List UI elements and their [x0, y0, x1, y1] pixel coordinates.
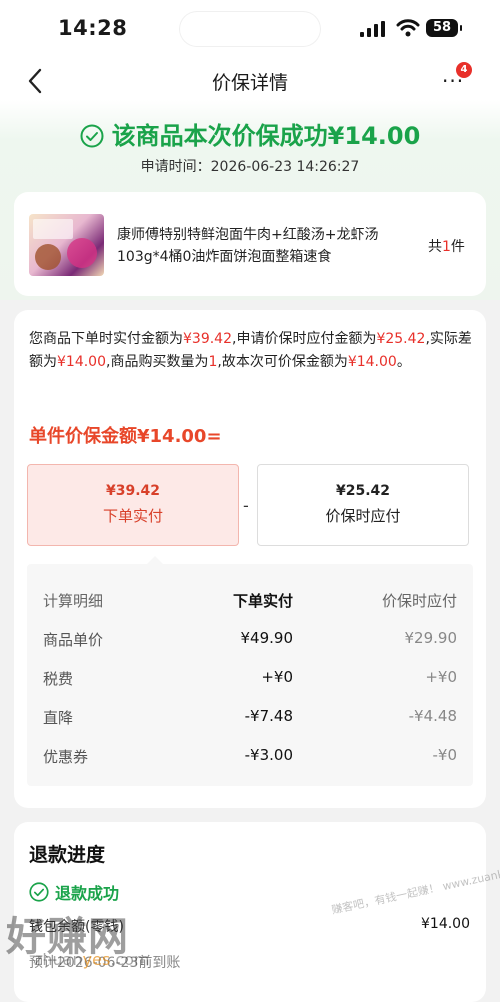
explain-text: 。 — [396, 354, 411, 370]
row-paid-value: +¥0 — [261, 668, 293, 686]
cellular-signal-icon — [360, 21, 385, 37]
watermark-url-part: zhuan — [34, 950, 83, 969]
check-circle-icon — [29, 882, 49, 902]
watermark-url-part: .com — [110, 950, 150, 969]
row-label: 直降 — [43, 709, 74, 727]
status-time: 14:28 — [58, 16, 128, 40]
row-paid-value: -¥7.48 — [244, 707, 293, 725]
explain-refund-value: ¥14.00 — [347, 354, 397, 370]
wifi-icon — [396, 19, 420, 37]
product-count: 共1件 — [428, 236, 465, 256]
count-prefix: 共 — [428, 239, 442, 255]
watermark-url: zhuanyes.com — [34, 950, 150, 969]
calculation-explanation: 您商品下单时实付金额为¥39.42,申请价保时应付金额为¥25.42,实际差额为… — [29, 328, 474, 374]
explain-now-value: ¥25.42 — [376, 331, 426, 347]
apply-time-label: 申请时间： — [140, 159, 211, 175]
table-row: 优惠券 -¥3.00 -¥0 — [27, 736, 473, 774]
now-amount: ¥25.42 — [335, 483, 391, 499]
battery-icon: 58 — [426, 19, 462, 37]
explain-text: ,商品购买数量为 — [106, 354, 209, 370]
page-title: 价保详情 — [211, 72, 288, 94]
status-bar: 14:28 58 — [0, 0, 500, 58]
count-value: 1 — [442, 239, 451, 255]
calculation-detail-table: 计算明细 下单实付 价保时应付 商品单价 ¥49.90 ¥29.90 税费 +¥… — [27, 556, 473, 786]
unit-amount-title: 单件价保金额¥14.00= — [29, 426, 222, 447]
row-now-value: -¥4.48 — [408, 707, 457, 725]
row-now-value: +¥0 — [425, 668, 457, 686]
row-paid-value: -¥3.00 — [244, 746, 293, 764]
minus-sign: - — [243, 496, 249, 515]
notification-badge: 4 — [456, 62, 472, 78]
price-protect-calculation-card: 您商品下单时实付金额为¥39.42,申请价保时应付金额为¥25.42,实际差额为… — [14, 310, 486, 808]
paid-amount-box: ¥39.42 下单实付 — [27, 464, 239, 546]
explain-text: ,申请价保时应付金额为 — [232, 331, 377, 347]
table-row: 商品单价 ¥49.90 ¥29.90 — [27, 619, 473, 657]
row-now-value: -¥0 — [432, 746, 458, 764]
dynamic-island — [180, 12, 320, 46]
row-paid-value: ¥49.90 — [240, 629, 294, 647]
now-label: 价保时应付 — [325, 507, 401, 525]
refund-amount: ¥14.00 — [421, 916, 470, 932]
price-protect-success-banner: 该商品本次价保成功¥14.00 — [0, 116, 500, 151]
row-label: 税费 — [43, 670, 74, 688]
count-suffix: 件 — [450, 239, 465, 255]
success-text: 该商品本次价保成功¥14.00 — [111, 122, 421, 150]
check-circle-icon — [80, 124, 104, 148]
table-header-row: 计算明细 下单实付 价保时应付 — [27, 580, 473, 618]
header-now: 价保时应付 — [381, 592, 457, 610]
explain-text: 您商品下单时实付金额为 — [29, 331, 183, 347]
battery-level: 58 — [432, 20, 452, 35]
detail-pointer — [147, 556, 163, 564]
product-thumbnail[interactable] — [29, 214, 104, 276]
paid-amount: ¥39.42 — [105, 483, 161, 499]
explain-text: ,故本次可价保金额为 — [217, 354, 348, 370]
product-card[interactable]: 康师傅特别特鲜泡面牛肉+红酸汤+龙虾汤103g*4桶0油炸面饼泡面整箱速食 共1… — [14, 192, 486, 296]
header-paid: 下单实付 — [232, 592, 293, 610]
explain-paid-value: ¥39.42 — [183, 331, 232, 347]
apply-time: 申请时间：2026-06-23 14:26:27 — [0, 156, 500, 176]
paid-label: 下单实付 — [102, 507, 163, 525]
explain-diff-value: ¥14.00 — [57, 354, 106, 370]
refund-status: 退款成功 — [29, 880, 119, 904]
apply-time-value: 2026-06-23 14:26:27 — [210, 159, 360, 175]
now-amount-box: ¥25.42 价保时应付 — [257, 464, 469, 546]
table-row: 税费 +¥0 +¥0 — [27, 658, 473, 696]
refund-status-text: 退款成功 — [55, 884, 120, 903]
row-label: 商品单价 — [43, 631, 104, 649]
navigation-bar: 价保详情 ··· 4 — [0, 58, 500, 104]
row-label: 优惠券 — [43, 748, 89, 766]
table-row: 直降 -¥7.48 -¥4.48 — [27, 697, 473, 735]
refund-title: 退款进度 — [29, 844, 106, 866]
watermark-url-part: yes — [82, 950, 111, 969]
header-item: 计算明细 — [43, 592, 104, 610]
more-menu-button[interactable]: ··· 4 — [440, 62, 472, 96]
product-name: 康师傅特别特鲜泡面牛肉+红酸汤+龙虾汤103g*4桶0油炸面饼泡面整箱速食 — [117, 227, 379, 265]
row-now-value: ¥29.90 — [404, 629, 458, 647]
